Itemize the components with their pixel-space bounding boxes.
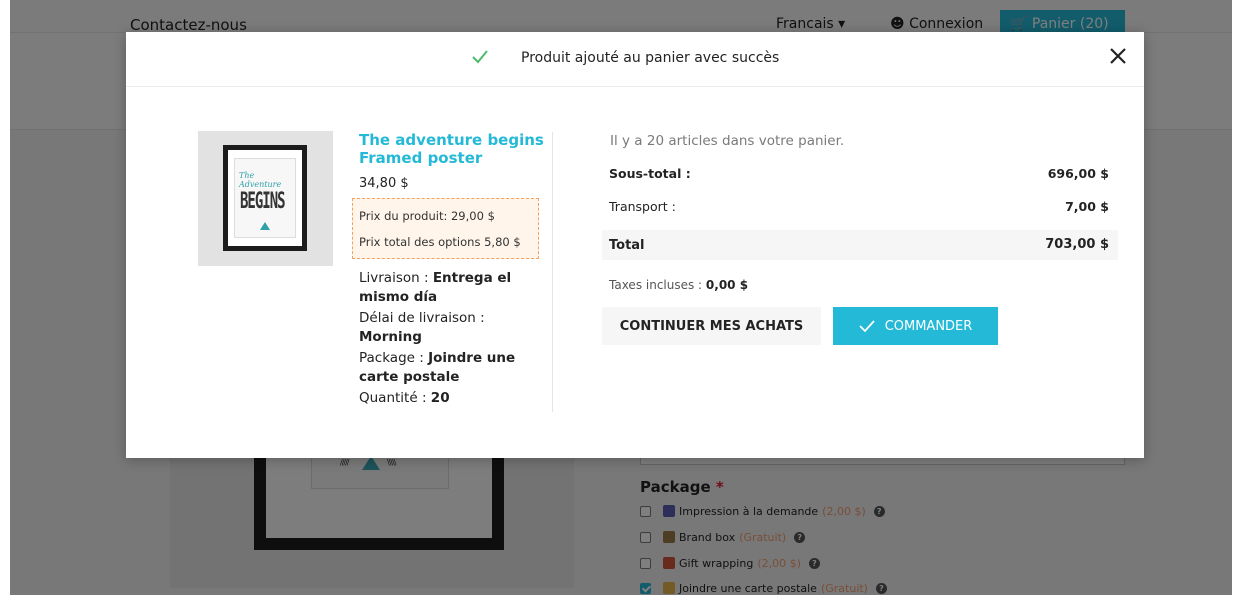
total-value: 703,00 $: [1045, 237, 1109, 252]
cart-count-text: Il y a 20 articles dans votre panier.: [610, 133, 845, 149]
product-price-line: Prix du produit: 29,00 $: [359, 209, 495, 223]
cart-modal: Produit ajouté au panier avec succès The…: [126, 32, 1144, 458]
shipping-value: 7,00 $: [1065, 199, 1109, 214]
attr-package: Package : Joindre une carte postale: [359, 349, 544, 387]
attr-value: 20: [430, 390, 450, 406]
attr-label: Package :: [359, 350, 429, 366]
thumb-text-begins: BEGINS: [240, 189, 286, 215]
thumb-text-adventure: The Adventure: [239, 171, 282, 189]
product-attributes: Livraison : Entrega el mismo día Délai d…: [359, 269, 544, 410]
taxes-label: Taxes incluses :: [609, 278, 706, 292]
check-icon: [859, 320, 875, 333]
success-check-icon: [472, 50, 488, 64]
divider: [552, 132, 553, 412]
continue-shopping-button[interactable]: Continuer mes achats: [602, 307, 821, 345]
modal-title: Produit ajouté au panier avec succès: [521, 50, 780, 66]
subtotal-value: 696,00 $: [1047, 166, 1109, 181]
checkout-label: Commander: [884, 318, 973, 334]
attr-quantity: Quantité : 20: [359, 389, 544, 408]
shipping-label: Transport :: [609, 199, 676, 214]
taxes-line: Taxes incluses : 0,00 $: [609, 278, 748, 292]
attr-label: Quantité :: [359, 390, 431, 406]
taxes-value: 0,00 $: [705, 278, 749, 292]
subtotal-label: Sous-total :: [609, 166, 691, 181]
total-label: Total: [609, 238, 645, 253]
attr-delivery-time: Délai de livraison : Morning: [359, 309, 544, 347]
modal-header: Produit ajouté au panier avec succès: [126, 32, 1144, 87]
attr-label: Délai de livraison :: [359, 310, 485, 326]
attr-value: Morning: [359, 329, 422, 345]
product-name[interactable]: The adventure begins Framed poster: [359, 131, 549, 167]
options-total-line: Prix total des options 5,80 $: [359, 235, 521, 249]
attr-delivery: Livraison : Entrega el mismo día: [359, 269, 544, 307]
total-row: Total 703,00 $: [602, 230, 1118, 260]
checkout-button[interactable]: Commander: [833, 307, 998, 345]
close-icon[interactable]: [1108, 46, 1128, 66]
attr-label: Livraison :: [359, 270, 433, 286]
product-price: 34,80 $: [359, 176, 409, 191]
product-thumbnail: The Adventure BEGINS: [198, 131, 333, 266]
price-breakdown-box: Prix du produit: 29,00 $ Prix total des …: [352, 198, 539, 259]
